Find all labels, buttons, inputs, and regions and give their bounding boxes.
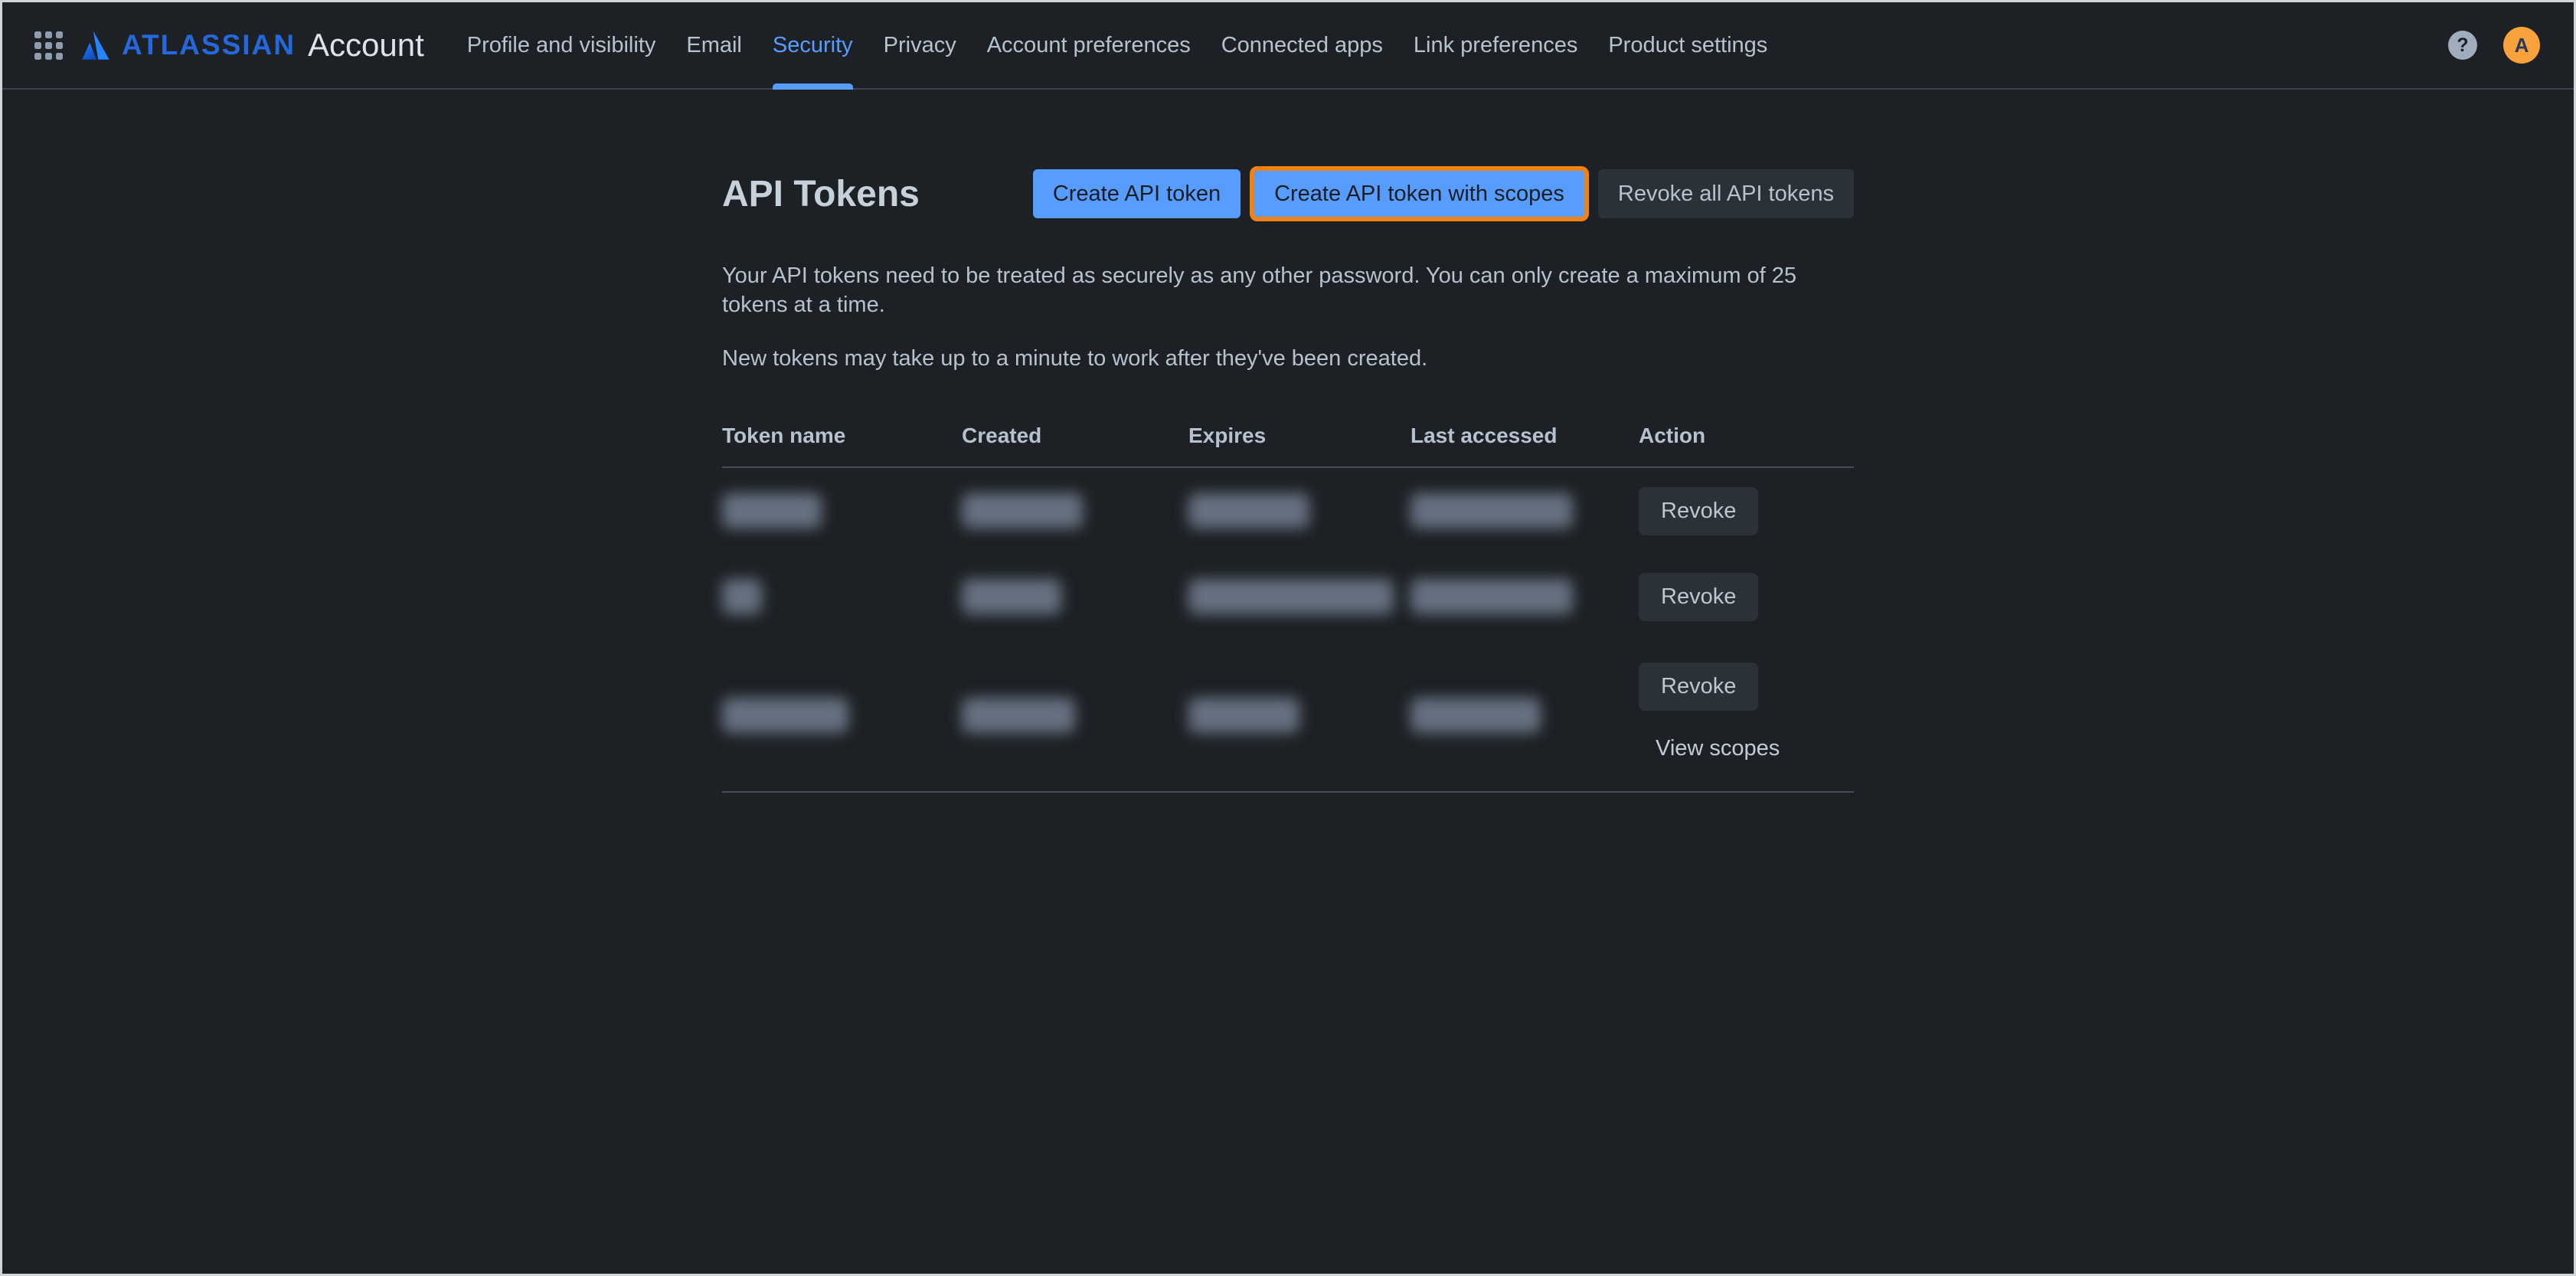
redacted-value [1411, 698, 1541, 733]
redacted-value [1411, 493, 1573, 528]
revoke-all-api-tokens-button[interactable]: Revoke all API tokens [1598, 169, 1854, 218]
redacted-value [1188, 493, 1309, 528]
redacted-value [1188, 579, 1394, 614]
table-row: Revoke [722, 468, 1854, 554]
column-header-expires: Expires [1188, 424, 1411, 466]
table-cell [1411, 698, 1639, 733]
column-header-action: Action [1639, 424, 1854, 466]
redacted-value [722, 579, 762, 614]
action-cell: Revoke View scopes [1639, 640, 1854, 791]
revoke-button[interactable]: Revoke [1639, 487, 1758, 535]
column-header-created: Created [962, 424, 1188, 466]
nav-item-security[interactable]: Security [773, 2, 853, 88]
redacted-value [1188, 698, 1299, 733]
table-cell [1411, 579, 1639, 614]
page-title: API Tokens [722, 173, 920, 215]
action-cell: Revoke [1639, 487, 1854, 535]
table-body: Revoke Revoke Revoke View scopes [722, 468, 1854, 791]
intro-text: Your API tokens need to be treated as se… [722, 261, 1854, 373]
account-nav: Profile and visibility Email Security Priva… [467, 2, 1768, 88]
table-cell [722, 493, 962, 528]
api-tokens-table: Token name Created Expires Last accessed… [722, 424, 1854, 793]
table-cell [962, 493, 1188, 528]
atlassian-triangle-icon [80, 29, 111, 61]
revoke-button[interactable]: Revoke [1639, 663, 1758, 711]
topbar-actions: ? A [2448, 27, 2540, 64]
view-scopes-link[interactable]: View scopes [1656, 736, 1780, 761]
token-actions: Create API token Create API token with s… [1033, 166, 1854, 221]
table-header-row: Token name Created Expires Last accessed… [722, 424, 1854, 468]
table-cell [1188, 579, 1411, 614]
redacted-value [722, 493, 822, 528]
table-cell [1411, 493, 1639, 528]
table-cell [962, 698, 1188, 733]
create-api-token-button[interactable]: Create API token [1033, 169, 1241, 218]
help-button[interactable]: ? [2448, 31, 2477, 60]
nav-item-connected-apps[interactable]: Connected apps [1221, 2, 1383, 88]
table-cell [1188, 698, 1411, 733]
brand-wordmark: ATLASSIAN [122, 29, 296, 61]
redacted-value [962, 579, 1061, 614]
api-tokens-content: API Tokens Create API token Create API t… [722, 166, 1854, 793]
revoke-button[interactable]: Revoke [1639, 573, 1758, 621]
redacted-value [962, 698, 1075, 733]
atlassian-account-page: ATLASSIAN Account Profile and visibility… [0, 0, 2576, 1276]
top-navigation-bar: ATLASSIAN Account Profile and visibility… [2, 2, 2574, 90]
brand-product-name: Account [308, 27, 424, 64]
intro-paragraph-1: Your API tokens need to be treated as se… [722, 261, 1817, 319]
nav-item-privacy[interactable]: Privacy [884, 2, 956, 88]
avatar[interactable]: A [2503, 27, 2540, 64]
redacted-value [962, 493, 1083, 528]
table-row: Revoke View scopes [722, 640, 1854, 791]
redacted-value [1411, 579, 1573, 614]
question-mark-icon: ? [2457, 34, 2468, 57]
table-row: Revoke [722, 554, 1854, 640]
table-cell [722, 698, 962, 733]
column-header-token-name: Token name [722, 424, 962, 466]
intro-paragraph-2: New tokens may take up to a minute to wo… [722, 344, 1817, 373]
avatar-initial: A [2515, 34, 2529, 57]
table-cell [962, 579, 1188, 614]
nav-item-link-preferences[interactable]: Link preferences [1414, 2, 1577, 88]
nav-item-account-preferences[interactable]: Account preferences [987, 2, 1191, 88]
table-cell [1188, 493, 1411, 528]
table-cell [722, 579, 962, 614]
grid-icon [34, 31, 63, 60]
column-header-last-accessed: Last accessed [1411, 424, 1639, 466]
atlassian-logo-link[interactable]: ATLASSIAN Account [80, 27, 424, 64]
nav-item-profile-and-visibility[interactable]: Profile and visibility [467, 2, 656, 88]
redacted-value [722, 698, 848, 733]
nav-item-product-settings[interactable]: Product settings [1608, 2, 1767, 88]
action-cell: Revoke [1639, 573, 1854, 621]
create-api-token-with-scopes-button[interactable]: Create API token with scopes [1250, 166, 1589, 221]
nav-item-email[interactable]: Email [686, 2, 742, 88]
app-switcher-button[interactable] [30, 27, 67, 64]
